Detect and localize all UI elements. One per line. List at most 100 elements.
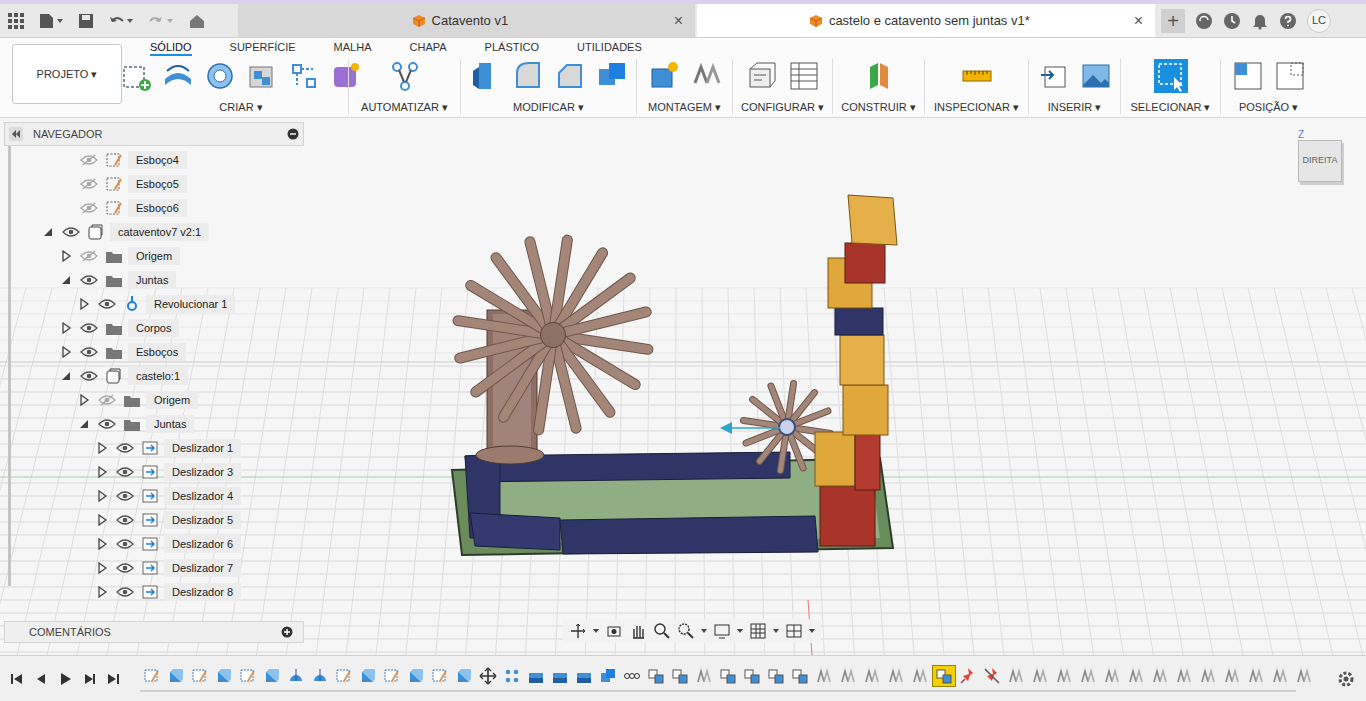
fillet-icon[interactable] [511,59,545,93]
timeline-feature[interactable] [788,665,812,687]
tool-group-label[interactable]: AUTOMATIZAR ▾ [361,100,448,114]
timeline-feature[interactable] [356,665,380,687]
help-icon[interactable] [1279,12,1297,30]
timeline-feature[interactable] [1124,665,1148,687]
display-icon[interactable] [713,622,731,640]
timeline-feature[interactable] [740,665,764,687]
revolve-icon[interactable] [203,59,237,93]
collapse-arrow-icon[interactable] [60,370,72,382]
timeline-feature[interactable] [884,665,908,687]
select-icon[interactable] [1154,59,1188,93]
save-icon[interactable] [78,13,94,29]
browser-item-label[interactable]: Juntas [146,415,194,433]
browser-item-label[interactable]: Deslizador 5 [164,511,241,529]
browser-item-label[interactable]: Esboço6 [128,199,187,217]
timeline-feature[interactable] [620,665,644,687]
eye-icon[interactable] [62,226,80,238]
extrude-icon[interactable] [161,59,195,93]
browser-item-label[interactable]: Deslizador 4 [164,487,241,505]
workspace-tab[interactable]: UTILIDADES [577,40,642,56]
eye-icon[interactable] [80,274,98,286]
params-icon[interactable] [745,59,779,93]
browser-item[interactable]: Esboço4 [4,148,304,172]
browser-item-label[interactable]: Deslizador 7 [164,559,241,577]
orbit-icon[interactable] [569,622,587,640]
timeline-feature[interactable] [260,665,284,687]
browser-item-label[interactable]: Deslizador 6 [164,535,241,553]
timeline-feature[interactable] [764,665,788,687]
timeline-feature[interactable] [692,665,716,687]
eye-icon[interactable] [116,538,134,550]
timeline-feature[interactable] [212,665,236,687]
timeline-feature[interactable] [1220,665,1244,687]
eye-icon[interactable] [80,322,98,334]
timeline-feature[interactable] [836,665,860,687]
timeline-feature[interactable] [716,665,740,687]
look-at-icon[interactable] [605,622,623,640]
dropdown-caret-icon[interactable] [809,628,815,634]
play-icon[interactable] [58,672,72,686]
browser-scrollbar[interactable] [8,146,11,586]
timeline-feature[interactable] [236,665,260,687]
eye-icon[interactable] [98,418,116,430]
timeline-feature[interactable] [1028,665,1052,687]
eye-hidden-icon[interactable] [80,202,98,214]
browser-item-label[interactable]: Deslizador 8 [164,583,241,601]
timeline-feature[interactable] [812,665,836,687]
eye-icon[interactable] [116,586,134,598]
timeline-feature[interactable] [1052,665,1076,687]
eye-hidden-icon[interactable] [80,178,98,190]
eye-icon[interactable] [80,346,98,358]
tool-group-label[interactable]: MODIFICAR ▾ [513,100,584,114]
browser-item[interactable]: Juntas [4,268,304,292]
notifications-icon[interactable] [1251,12,1269,30]
plane-icon[interactable] [862,59,896,93]
workspace-tab[interactable]: SÓLIDO [150,40,192,56]
expand-arrow-icon[interactable] [78,298,90,310]
workspace-tab[interactable]: MALHA [334,40,372,56]
close-tab-button[interactable]: × [672,9,685,33]
eye-icon[interactable] [80,370,98,382]
file-menu-icon[interactable] [38,13,64,29]
timeline-feature[interactable] [524,665,548,687]
timeline-feature[interactable] [548,665,572,687]
view-cube[interactable]: ZDIREITA [1292,130,1344,182]
eye-hidden-icon[interactable] [80,250,98,262]
browser-item[interactable]: Origem [4,388,304,412]
pos2-icon[interactable] [1273,59,1307,93]
browser-item-label[interactable]: Esboços [128,343,186,361]
timeline-settings-icon[interactable] [1337,670,1355,688]
eye-icon[interactable] [116,490,134,502]
add-comment-icon[interactable] [281,626,293,638]
points-icon[interactable] [287,59,321,93]
timeline-feature[interactable] [380,665,404,687]
expand-arrow-icon[interactable] [60,322,72,334]
close-tab-button[interactable]: × [1132,9,1145,33]
browser-item[interactable]: Corpos [4,316,304,340]
go-to-start-icon[interactable] [10,672,24,686]
step-forward-icon[interactable] [82,672,96,686]
browser-item-label[interactable]: cataventov7 v2:1 [110,223,209,241]
job-status-icon[interactable] [1223,12,1241,30]
expand-arrow-icon[interactable] [96,442,108,454]
newsketch-icon[interactable] [119,59,153,93]
image-icon[interactable] [1079,59,1113,93]
eye-icon[interactable] [116,442,134,454]
tool-group-label[interactable]: SELECIONAR ▾ [1131,100,1211,114]
browser-item-label[interactable]: Esboço4 [128,151,187,169]
timeline-feature[interactable] [644,665,668,687]
dropdown-caret-icon[interactable] [593,628,599,634]
browser-item-label[interactable]: Corpos [128,319,179,337]
tool-group-label[interactable]: MONTAGEM ▾ [648,100,721,114]
timeline-feature[interactable] [284,665,308,687]
go-to-end-icon[interactable] [106,672,120,686]
eye-hidden-icon[interactable] [80,154,98,166]
timeline-feature[interactable] [1076,665,1100,687]
browser-item[interactable]: Esboços [4,340,304,364]
tool-group-label[interactable]: POSIÇÃO ▾ [1239,100,1298,114]
zoom-window-icon[interactable] [677,622,695,640]
eye-icon[interactable] [116,466,134,478]
timeline-feature[interactable] [428,665,452,687]
hole-icon[interactable] [245,59,279,93]
pan-icon[interactable] [629,622,647,640]
